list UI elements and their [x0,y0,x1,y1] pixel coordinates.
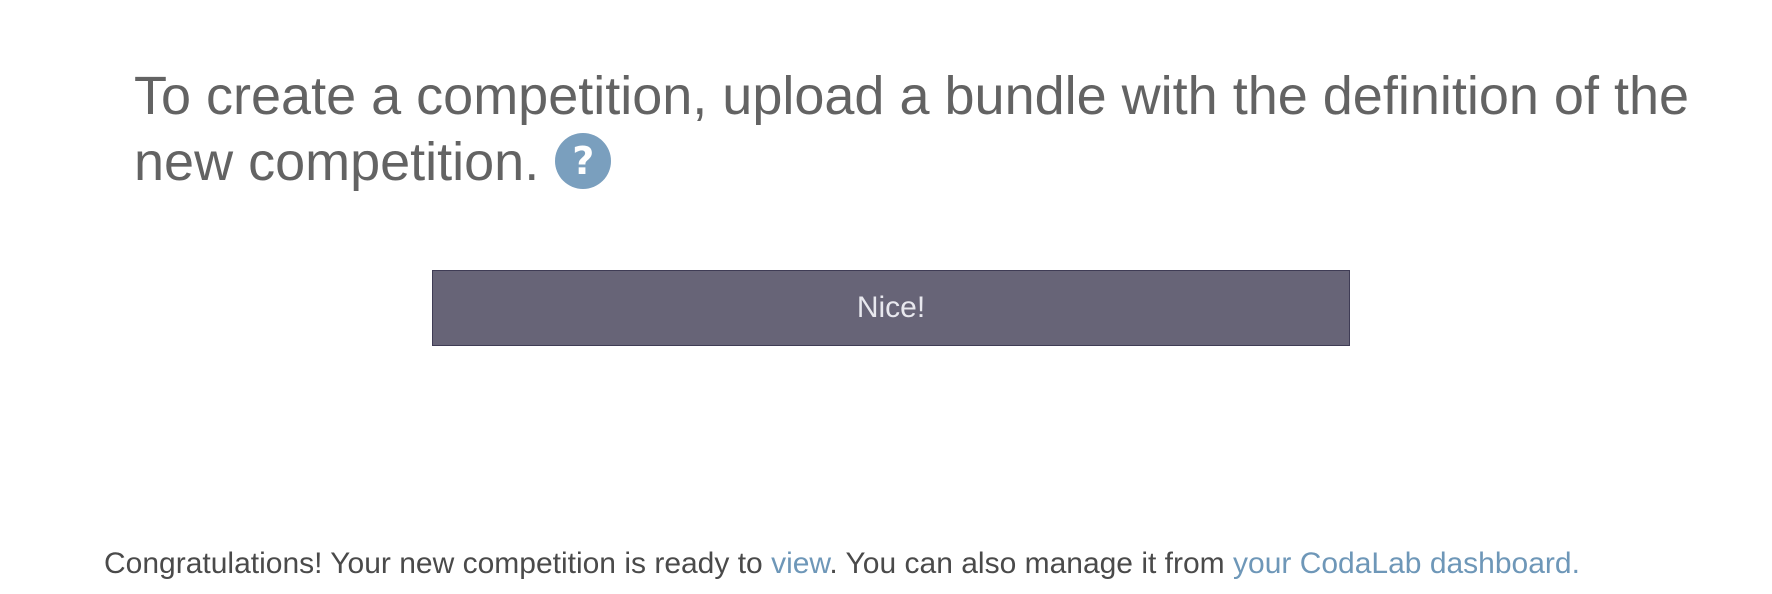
upload-status-button[interactable]: Nice! [432,270,1350,346]
view-competition-link[interactable]: view [771,547,829,580]
heading-text: To create a competition, upload a bundle… [134,66,1690,192]
page-heading: To create a competition, upload a bundle… [134,63,1694,195]
success-message: Congratulations! Your new competition is… [104,545,1744,583]
upload-status-label: Nice! [856,291,926,324]
dashboard-link[interactable]: your CodaLab dashboard. [1233,547,1580,580]
success-message-prefix: Congratulations! Your new competition is… [104,547,772,580]
help-icon[interactable]: ? [555,133,612,189]
success-message-middle: . You can also manage it from [829,547,1234,580]
